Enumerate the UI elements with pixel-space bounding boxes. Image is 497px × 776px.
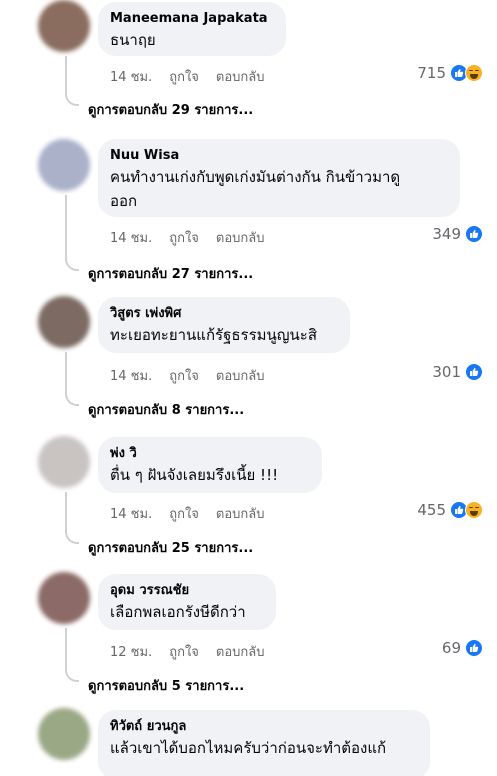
thread-line — [65, 195, 79, 271]
comment-text: ตื่น ๆ ฝันจังเลยมรึงเนี้ย !!! — [110, 466, 279, 484]
like-button[interactable]: ถูกใจ — [169, 227, 199, 248]
reaction-summary[interactable]: 349 — [432, 225, 483, 243]
reaction-summary[interactable]: 455 — [417, 501, 483, 519]
reaction-count: 301 — [432, 363, 461, 381]
reply-button[interactable]: ตอบกลับ — [216, 66, 265, 87]
haha-icon — [465, 64, 483, 82]
view-replies-link[interactable]: ดูการตอบกลับ 29 รายการ... — [88, 99, 253, 120]
comment-author[interactable]: พ่ง วิ — [110, 445, 310, 463]
avatar[interactable] — [38, 296, 90, 348]
comment-author[interactable]: ทิวัตถ์ ยวนกูล — [110, 718, 418, 736]
avatar[interactable] — [38, 708, 90, 760]
comment-time[interactable]: 14 ชม. — [110, 503, 152, 524]
reaction-summary[interactable]: 715 — [417, 64, 483, 82]
reaction-count: 715 — [417, 64, 446, 82]
reply-button[interactable]: ตอบกลับ — [216, 503, 265, 524]
comment-actions: 14 ชม. ถูกใจ ตอบกลับ — [110, 227, 265, 248]
reply-button[interactable]: ตอบกลับ — [216, 365, 265, 386]
comment-time[interactable]: 14 ชม. — [110, 365, 152, 386]
like-icon — [465, 363, 483, 381]
avatar[interactable] — [38, 139, 90, 191]
comments-panel: Maneemana Japakata ธนาฤย 14 ชม. ถูกใจ ตอ… — [18, 0, 489, 776]
like-button[interactable]: ถูกใจ — [169, 503, 199, 524]
comment-text: คนทำงานเก่งกับพูดเก่งมันต่างกัน กินข้าวม… — [110, 168, 401, 186]
comment-bubble: อุดม วรรณชัย เลือกพลเอกรังษีดีกว่า — [98, 574, 276, 630]
comment-actions: 14 ชม. ถูกใจ ตอบกลับ — [110, 365, 265, 386]
thread-line — [65, 492, 79, 544]
comment-actions: 14 ชม. ถูกใจ ตอบกลับ — [110, 503, 265, 524]
like-button[interactable]: ถูกใจ — [169, 365, 199, 386]
comment-bubble: ทิวัตถ์ ยวนกูล แล้วเขาได้บอกไหมครับว่าก่… — [98, 710, 430, 776]
comment-author[interactable]: Maneemana Japakata — [110, 10, 274, 28]
comment-text: เลือกพลเอกรังษีดีกว่า — [110, 603, 246, 621]
reaction-count: 455 — [417, 501, 446, 519]
comment-actions: 14 ชม. ถูกใจ ตอบกลับ — [110, 66, 265, 87]
comment-actions: 12 ชม. ถูกใจ ตอบกลับ — [110, 641, 265, 662]
comment-text: ธนาฤย — [110, 31, 156, 49]
reply-button[interactable]: ตอบกลับ — [216, 227, 265, 248]
reaction-summary[interactable]: 69 — [442, 639, 483, 657]
comment-text: แล้วเขาได้บอกไหมครับว่าก่อนจะทำต้องแก้ — [110, 739, 387, 757]
thread-line — [65, 628, 79, 682]
view-replies-link[interactable]: ดูการตอบกลับ 5 รายการ... — [88, 675, 244, 696]
like-icon — [465, 225, 483, 243]
comment-bubble: Maneemana Japakata ธนาฤย — [98, 2, 286, 56]
comment-bubble: Nuu Wisa คนทำงานเก่งกับพูดเก่งมันต่างกัน… — [98, 139, 460, 217]
comment-text: ทะเยอทะยานแก้รัฐธรรมนูญนะสิ — [110, 326, 318, 344]
avatar[interactable] — [38, 436, 90, 488]
view-replies-link[interactable]: ดูการตอบกลับ 27 รายการ... — [88, 263, 253, 284]
thread-line — [65, 56, 79, 106]
comment-bubble: พ่ง วิ ตื่น ๆ ฝันจังเลยมรึงเนี้ย !!! — [98, 437, 322, 493]
comment-author[interactable]: อุดม วรรณชัย — [110, 582, 264, 600]
avatar[interactable] — [38, 572, 90, 624]
reply-button[interactable]: ตอบกลับ — [216, 641, 265, 662]
like-icon — [465, 639, 483, 657]
reaction-count: 69 — [441, 639, 461, 657]
comment-author[interactable]: Nuu Wisa — [110, 147, 448, 165]
comment-bubble: วิสูตร เพ่งพิศ ทะเยอทะยานแก้รัฐธรรมนูญนะ… — [98, 297, 350, 353]
comment-time[interactable]: 14 ชม. — [110, 66, 152, 87]
comment-time[interactable]: 14 ชม. — [110, 227, 152, 248]
reaction-summary[interactable]: 301 — [432, 363, 483, 381]
comment-text: ออก — [110, 192, 138, 210]
avatar[interactable] — [38, 0, 90, 52]
haha-icon — [465, 501, 483, 519]
view-replies-link[interactable]: ดูการตอบกลับ 25 รายการ... — [88, 537, 253, 558]
view-replies-link[interactable]: ดูการตอบกลับ 8 รายการ... — [88, 399, 244, 420]
comment-author[interactable]: วิสูตร เพ่งพิศ — [110, 305, 338, 323]
comment-time[interactable]: 12 ชม. — [110, 641, 152, 662]
like-button[interactable]: ถูกใจ — [169, 66, 199, 87]
thread-line — [65, 352, 79, 406]
like-button[interactable]: ถูกใจ — [169, 641, 199, 662]
reaction-count: 349 — [432, 225, 461, 243]
